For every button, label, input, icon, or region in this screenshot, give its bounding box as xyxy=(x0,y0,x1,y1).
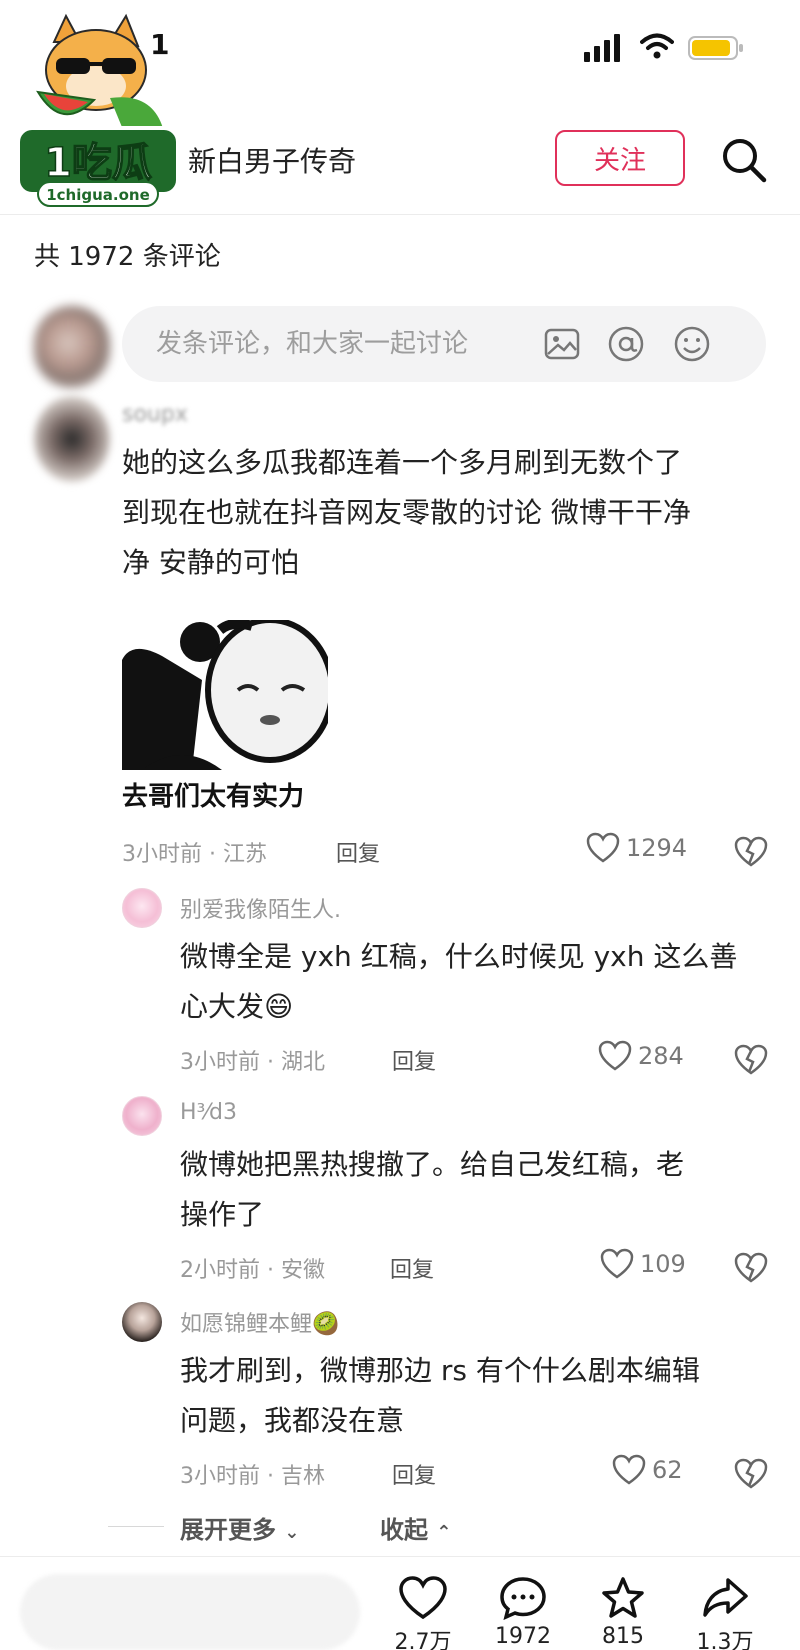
like-count: 284 xyxy=(638,1042,684,1070)
comment-time-location: 2小时前 · 安徽 xyxy=(180,1258,325,1283)
comment-count: 共 1972 条评论 xyxy=(34,242,221,272)
favorite-action[interactable]: 815 xyxy=(578,1576,668,1649)
emoji-icon[interactable] xyxy=(672,324,712,364)
share-total: 1.3万 xyxy=(696,1630,754,1650)
author-name[interactable]: 新白男子传奇 xyxy=(188,140,356,180)
share-icon xyxy=(703,1578,748,1617)
expand-more-label: 展开更多 xyxy=(180,1516,276,1544)
bottom-comment-input[interactable] xyxy=(20,1574,360,1650)
panda-sticker[interactable] xyxy=(122,620,328,770)
comment-total: 1972 xyxy=(495,1624,551,1649)
like-count: 62 xyxy=(652,1456,683,1484)
like-button[interactable]: 284 xyxy=(598,1040,684,1072)
reply-button[interactable]: 回复 xyxy=(392,1044,436,1076)
comment-time-location: 3小时前 · 吉林 xyxy=(180,1464,325,1489)
comment-time-location: 3小时前 · 江苏 xyxy=(122,842,267,867)
share-action[interactable]: 1.3万 xyxy=(680,1576,770,1650)
watermark-url: 1chigua.one xyxy=(46,186,150,204)
like-button[interactable]: 62 xyxy=(612,1454,683,1486)
like-count: 1294 xyxy=(626,834,688,862)
dislike-icon[interactable] xyxy=(734,1042,768,1076)
dislike-icon[interactable] xyxy=(734,1250,768,1284)
watermark-text: 1吃瓜 xyxy=(44,140,152,186)
comment-composer[interactable] xyxy=(122,306,766,382)
collapse-label: 收起 xyxy=(380,1516,428,1544)
comment-action[interactable]: 1972 xyxy=(478,1576,568,1649)
like-total: 2.7万 xyxy=(394,1630,452,1650)
avatar[interactable] xyxy=(122,1096,162,1136)
user-name[interactable]: 如愿锦鲤本鲤🥝 xyxy=(180,1306,339,1338)
comment-text: 微博全是 yxh 红稿，什么时候见 yxh 这么善 心大发😄 xyxy=(180,940,738,1023)
sticker-caption: 去哥们太有实力 xyxy=(122,782,305,812)
like-count: 109 xyxy=(640,1250,686,1278)
search-icon[interactable] xyxy=(720,136,768,184)
user-name[interactable]: 别爱我像陌生人. xyxy=(180,892,341,924)
battery-icon xyxy=(688,36,743,60)
dislike-icon[interactable] xyxy=(734,1456,768,1490)
expand-divider xyxy=(108,1526,164,1527)
chevron-up-icon: ⌃ xyxy=(436,1522,452,1543)
comment-text: 她的这么多瓜我都连着一个多月刷到无数个了 到现在也就在抖音网友零散的讨论 微博干… xyxy=(122,446,691,579)
expand-more-button[interactable]: 展开更多 ⌄ xyxy=(180,1510,299,1545)
reply-button[interactable]: 回复 xyxy=(392,1458,436,1490)
chevron-down-icon: ⌄ xyxy=(284,1522,300,1543)
favorite-total: 815 xyxy=(602,1624,644,1649)
avatar[interactable] xyxy=(34,396,110,482)
heart-icon xyxy=(586,832,620,863)
signal-icon xyxy=(584,34,620,62)
avatar[interactable] xyxy=(122,1302,162,1342)
comment-bubble-icon xyxy=(500,1577,546,1620)
heart-icon xyxy=(612,1454,646,1485)
star-icon xyxy=(602,1577,644,1618)
comment-text: 微博她把黑热搜撤了。给自己发红稿，老 操作了 xyxy=(180,1148,685,1231)
watermark-logo: 1吃瓜 1chigua.one xyxy=(16,13,180,207)
like-action[interactable]: 2.7万 xyxy=(378,1576,468,1650)
comment-time-location: 3小时前 · 湖北 xyxy=(180,1050,325,1075)
comment-input[interactable] xyxy=(156,324,536,364)
image-icon[interactable] xyxy=(542,324,582,364)
heart-icon xyxy=(399,1576,447,1620)
user-name[interactable]: soupx xyxy=(122,402,188,427)
my-avatar[interactable] xyxy=(34,306,110,388)
reply-button[interactable]: 回复 xyxy=(390,1252,434,1284)
avatar[interactable] xyxy=(122,888,162,928)
heart-icon xyxy=(598,1040,632,1071)
reply-button[interactable]: 回复 xyxy=(336,836,380,868)
user-name[interactable]: H³⁄d3 xyxy=(180,1100,237,1125)
at-icon[interactable] xyxy=(606,324,646,364)
heart-icon xyxy=(600,1248,634,1279)
like-button[interactable]: 1294 xyxy=(586,832,687,864)
header-divider xyxy=(0,214,800,215)
comment-text: 我才刷到，微博那边 rs 有个什么剧本编辑 问题，我都没在意 xyxy=(180,1354,700,1437)
like-button[interactable]: 109 xyxy=(600,1248,686,1280)
bottom-divider xyxy=(0,1556,800,1557)
dislike-icon[interactable] xyxy=(734,834,768,868)
wifi-icon xyxy=(640,33,674,59)
collapse-button[interactable]: 收起 ⌃ xyxy=(380,1510,451,1545)
follow-button[interactable]: 关注 xyxy=(555,130,685,186)
